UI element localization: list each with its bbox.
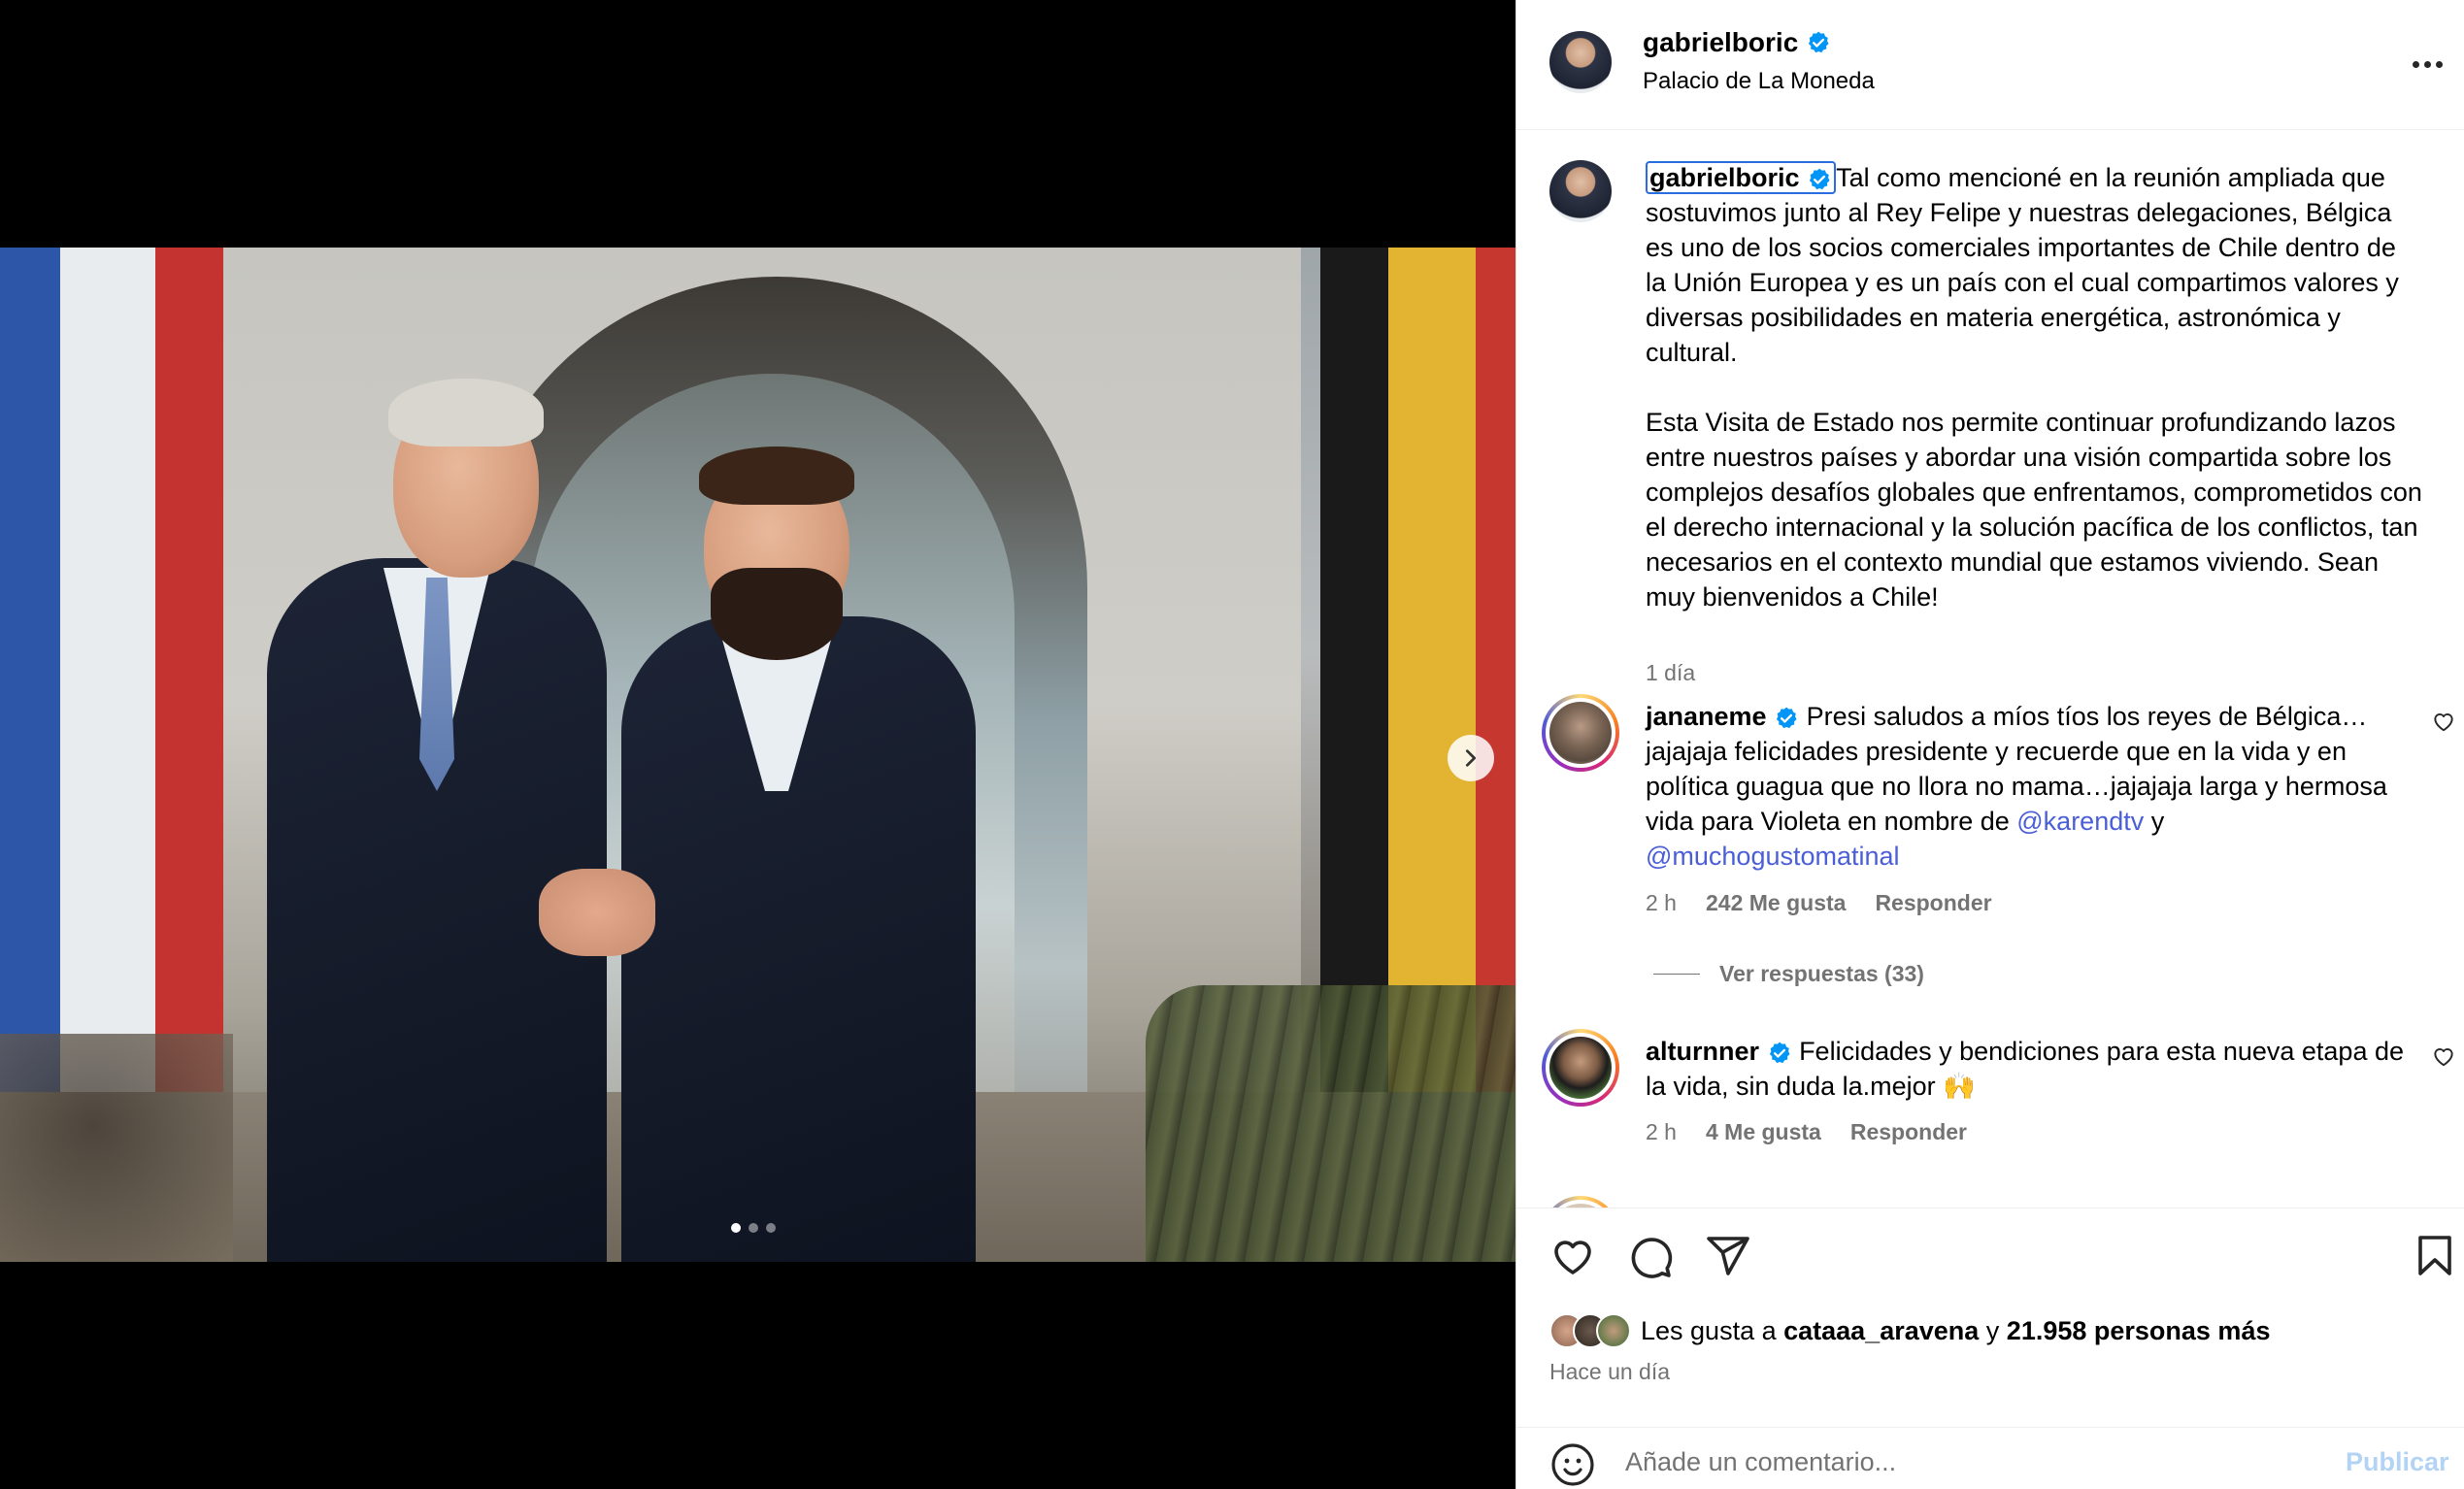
carousel-dot: [766, 1223, 776, 1233]
comment-input[interactable]: [1625, 1438, 2324, 1486]
likes-joiner: y: [1979, 1315, 2007, 1345]
honor-guard: [1146, 985, 1515, 1262]
view-replies-label: Ver respuestas (33): [1719, 961, 1924, 986]
verified-badge-icon: [1769, 1042, 1790, 1063]
mention-link[interactable]: @karendtv: [2016, 807, 2144, 836]
caption-time[interactable]: 1 día: [1646, 660, 1695, 686]
comment-username[interactable]: jananeme: [1646, 702, 1767, 731]
comment-avatar[interactable]: [1542, 1029, 1619, 1107]
caption-text: Tal como mencioné en la reunión ampliada…: [1646, 163, 2422, 612]
carousel-dot: [749, 1223, 758, 1233]
author-username[interactable]: gabrielboric: [1643, 27, 1798, 58]
comment-button[interactable]: [1627, 1233, 1674, 1279]
handshake: [539, 869, 655, 956]
paper-plane-icon: [1707, 1237, 1749, 1275]
author-avatar[interactable]: [1549, 31, 1612, 93]
carousel-dots: [731, 1223, 776, 1233]
comment-username[interactable]: alturnner: [1646, 1037, 1759, 1066]
caption-avatar[interactable]: [1549, 160, 1612, 222]
post-sidebar: gabrielboric Palacio de La Moneda gabrie…: [1515, 0, 2464, 1489]
verified-badge-icon: [1777, 707, 1797, 728]
liker-username[interactable]: cataaa_aravena: [1783, 1316, 1979, 1345]
bookmark-icon: [2418, 1236, 2451, 1275]
caption-username[interactable]: gabrielboric: [1649, 163, 1800, 192]
liker-avatars: [1549, 1313, 1631, 1348]
more-options-button[interactable]: [2408, 45, 2447, 83]
comment-text: Felicidades y bendiciones para esta nuev…: [1646, 1037, 2412, 1101]
add-comment-bar: Publicar: [1516, 1427, 2464, 1489]
likes-prefix: Les gusta a: [1641, 1315, 1784, 1345]
heart-icon[interactable]: [2431, 1043, 2456, 1069]
liker-avatar[interactable]: [1596, 1313, 1631, 1348]
post-photo: [0, 248, 1515, 1262]
heart-icon[interactable]: [2431, 709, 2456, 734]
reply-button[interactable]: Responder: [1875, 890, 1991, 916]
comment-text-joiner: y: [2144, 807, 2172, 836]
reply-button[interactable]: Responder: [1850, 1119, 1967, 1145]
crowd-left: [0, 1034, 233, 1262]
smiley-icon: [1551, 1443, 1594, 1486]
author-username-row: gabrielboric: [1643, 27, 1831, 58]
verified-badge-icon: [1809, 31, 1829, 53]
post-timestamp[interactable]: Hace un día: [1549, 1359, 1670, 1385]
mention-link[interactable]: @muchogustomatinal: [1646, 842, 1900, 871]
emoji-button[interactable]: [1549, 1441, 1596, 1488]
post-media-pane: [0, 0, 1515, 1489]
comment-likes[interactable]: 4 Me gusta: [1706, 1119, 1821, 1145]
comment-bubble-icon: [1631, 1238, 1673, 1278]
verified-badge-icon: [1809, 168, 1830, 189]
heart-icon: [1554, 1241, 1591, 1274]
chevron-right-icon: [1465, 749, 1477, 767]
post-header: gabrielboric Palacio de La Moneda: [1516, 0, 2464, 130]
post-location[interactable]: Palacio de La Moneda: [1643, 68, 1875, 95]
comment-likes[interactable]: 242 Me gusta: [1706, 890, 1846, 916]
publish-button[interactable]: Publicar: [2346, 1447, 2449, 1477]
caption-username-focus[interactable]: gabrielboric: [1646, 161, 1837, 194]
comments-list[interactable]: gabrielboric Tal como mencioné en la reu…: [1516, 131, 2464, 1208]
post-actions: Les gusta a cataaa_aravena y 21.958 pers…: [1516, 1208, 2464, 1363]
more-horizontal-icon: [2412, 60, 2419, 68]
carousel-dot: [731, 1223, 741, 1233]
carousel-next-button[interactable]: [1448, 735, 1494, 781]
save-button[interactable]: [2412, 1233, 2458, 1279]
share-button[interactable]: [1705, 1233, 1751, 1279]
view-replies-button[interactable]: Ver respuestas (33): [1653, 961, 1924, 987]
like-button[interactable]: [1549, 1233, 1596, 1279]
likes-count[interactable]: 21.958 personas más: [2007, 1316, 2271, 1345]
likes-summary: Les gusta a cataaa_aravena y 21.958 pers…: [1549, 1313, 2270, 1348]
comment-time[interactable]: 2 h: [1646, 890, 1677, 916]
comment-avatar[interactable]: [1542, 694, 1619, 772]
comment-time[interactable]: 2 h: [1646, 1119, 1677, 1145]
